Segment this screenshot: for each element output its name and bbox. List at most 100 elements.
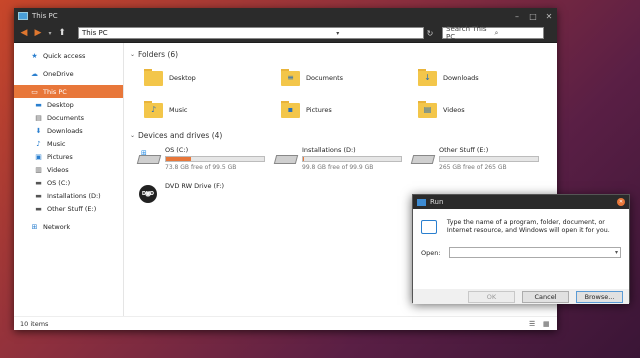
sidebar-item-installations-d[interactable]: ▬ Installations (D:) xyxy=(14,189,123,202)
sidebar-item-label: Installations (D:) xyxy=(47,191,101,200)
address-text: This PC xyxy=(82,29,108,37)
drive-icon: ▬ xyxy=(35,191,42,200)
drive-os-c[interactable]: ⊞ OS (C:) 73.8 GB free of 99.5 GB xyxy=(136,146,275,176)
drive-other-stuff-e[interactable]: Other Stuff (E:) 265 GB free of 265 GB xyxy=(410,146,549,176)
folders-section-header[interactable]: ⌄ Folders (6) xyxy=(130,48,557,60)
hard-drive-icon xyxy=(410,149,436,167)
sidebar-item-network[interactable]: ⊞ Network xyxy=(14,220,123,233)
run-body: Type the name of a program, folder, docu… xyxy=(413,209,629,289)
folder-label: Documents xyxy=(306,74,344,82)
recent-locations-chevron-icon[interactable]: ▾ xyxy=(46,27,54,39)
drive-free-space: 99.8 GB free of 99.9 GB xyxy=(302,164,374,171)
sidebar-item-label: Other Stuff (E:) xyxy=(47,204,97,213)
sidebar-item-label: OS (C:) xyxy=(47,178,71,187)
drive-name: Other Stuff (E:) xyxy=(439,146,489,154)
video-icon: ▥ xyxy=(35,165,42,174)
item-count: 10 items xyxy=(20,319,49,328)
drive-usage-bar xyxy=(165,156,265,162)
cloud-icon: ☁ xyxy=(31,69,38,78)
run-button-row: OK Cancel Browse... xyxy=(413,289,629,304)
folder-label: Pictures xyxy=(306,106,332,114)
forward-arrow-icon[interactable]: ▶ xyxy=(32,27,44,39)
folder-videos[interactable]: ▤ Videos xyxy=(418,97,555,123)
folder-icon: ▪ xyxy=(281,100,301,120)
sidebar-item-desktop[interactable]: ▬ Desktop xyxy=(14,98,123,111)
drive-usage-bar xyxy=(439,156,539,162)
folder-documents[interactable]: ≡ Documents xyxy=(281,65,418,91)
sidebar-item-os-c[interactable]: ▬ OS (C:) xyxy=(14,176,123,189)
folder-label: Music xyxy=(169,106,188,114)
folder-label: Videos xyxy=(443,106,465,114)
run-title-bar: Run ✕ xyxy=(413,195,629,209)
refresh-icon[interactable]: ↻ xyxy=(424,29,436,38)
computer-icon: ▭ xyxy=(31,87,38,96)
folder-badge-icon: ▤ xyxy=(423,105,432,114)
run-icon xyxy=(417,198,426,206)
hard-drive-icon xyxy=(273,149,299,167)
folder-icon: ≡ xyxy=(281,68,301,88)
navigation-toolbar: ◀ ▶ ▾ ⬆ This PC ▾ ↻ Search This PC ⌕ xyxy=(14,24,557,43)
dvd-text: DVD xyxy=(141,191,155,197)
drive-free-space: 265 GB free of 265 GB xyxy=(439,164,507,171)
music-icon: ♪ xyxy=(36,139,41,148)
sidebar-item-label: Videos xyxy=(47,165,69,174)
close-button[interactable]: ✕ xyxy=(541,8,557,24)
drive-installations-d[interactable]: Installations (D:) 99.8 GB free of 99.9 G… xyxy=(273,146,412,176)
back-arrow-icon[interactable]: ◀ xyxy=(18,27,30,39)
browse-button[interactable]: Browse... xyxy=(576,290,623,303)
drive-dvd-rw-drive-f[interactable]: DVD DVD RW Drive (F:) xyxy=(138,182,275,212)
address-bar[interactable]: This PC ▾ xyxy=(78,27,424,39)
large-icons-view-icon[interactable]: ▦ xyxy=(543,320,553,328)
download-icon: ⬇ xyxy=(35,126,42,135)
address-dropdown-icon[interactable]: ▾ xyxy=(253,30,424,37)
sidebar-item-documents[interactable]: ▤ Documents xyxy=(14,111,123,124)
maximize-button[interactable]: □ xyxy=(525,8,541,24)
sidebar-item-onedrive[interactable]: ☁ OneDrive xyxy=(14,67,123,80)
folder-icon: ↓ xyxy=(418,68,438,88)
sidebar-item-downloads[interactable]: ⬇ Downloads xyxy=(14,124,123,137)
sidebar-item-videos[interactable]: ▥ Videos xyxy=(14,163,123,176)
close-button[interactable]: ✕ xyxy=(617,198,625,206)
sidebar-item-label: Network xyxy=(43,222,71,231)
collapse-chevron-icon[interactable]: ⌄ xyxy=(130,132,138,139)
sidebar-item-this-pc[interactable]: ▭ This PC xyxy=(14,85,123,98)
drive-free-space: 73.8 GB free of 99.5 GB xyxy=(165,164,237,171)
folder-music[interactable]: ♪ Music xyxy=(144,97,281,123)
chevron-down-icon[interactable]: ▾ xyxy=(615,249,618,256)
folder-icon xyxy=(144,68,164,88)
cancel-button[interactable]: Cancel xyxy=(522,290,569,303)
ok-button[interactable]: OK xyxy=(468,290,515,303)
sidebar-item-other-stuff-e[interactable]: ▬ Other Stuff (E:) xyxy=(14,202,123,215)
open-combobox[interactable]: ▾ xyxy=(449,247,621,258)
sidebar-item-pictures[interactable]: ▣ Pictures xyxy=(14,150,123,163)
run-title: Run xyxy=(430,198,444,206)
sidebar-item-label: Music xyxy=(47,139,66,148)
sidebar-item-quick-access[interactable]: ★ Quick access xyxy=(14,49,123,62)
folder-badge-icon: ↓ xyxy=(424,73,431,82)
drive-usage-bar xyxy=(302,156,402,162)
collapse-chevron-icon[interactable]: ⌄ xyxy=(130,51,138,58)
sidebar-item-label: OneDrive xyxy=(43,69,74,78)
folders-heading: Folders (6) xyxy=(138,49,179,59)
sidebar-item-label: Pictures xyxy=(47,152,73,161)
open-label: Open: xyxy=(421,248,441,257)
network-icon: ⊞ xyxy=(31,222,38,231)
details-view-icon[interactable]: ☰ xyxy=(529,320,539,328)
sidebar-item-music[interactable]: ♪ Music xyxy=(14,137,123,150)
drive-name: DVD RW Drive (F:) xyxy=(165,182,225,190)
desktop-icon: ▬ xyxy=(35,100,42,109)
window-title: This PC xyxy=(32,12,58,20)
search-input[interactable]: Search This PC ⌕ xyxy=(442,25,544,41)
up-arrow-icon[interactable]: ⬆ xyxy=(56,27,68,39)
run-dialog: Run ✕ Type the name of a program, folder… xyxy=(412,194,630,304)
folder-pictures[interactable]: ▪ Pictures xyxy=(281,97,418,123)
star-icon: ★ xyxy=(31,51,38,60)
drive-icon: ▬ xyxy=(35,178,42,187)
minimize-button[interactable]: – xyxy=(509,8,525,24)
picture-icon: ▣ xyxy=(35,152,42,161)
sidebar-item-label: Desktop xyxy=(47,100,74,109)
folder-desktop[interactable]: Desktop xyxy=(144,65,281,91)
folder-downloads[interactable]: ↓ Downloads xyxy=(418,65,555,91)
drives-section-header[interactable]: ⌄ Devices and drives (4) xyxy=(130,129,557,141)
status-bar: 10 items ☰ ▦ xyxy=(14,316,557,330)
